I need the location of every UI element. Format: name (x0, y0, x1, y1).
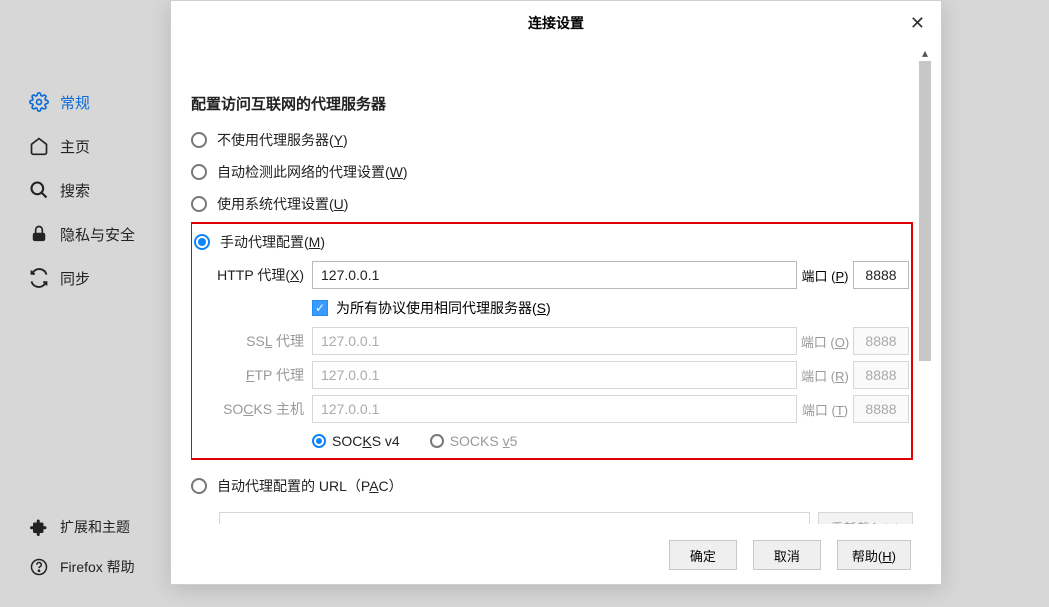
manual-proxy-highlight: 手动代理配置(M) HTTP 代理(X) 端口 (P) ✓ 为所有协议使用相同代… (191, 222, 913, 460)
settings-sidebar: 常规 主页 搜索 隐私与安全 同步 扩展和主题 (0, 0, 170, 607)
dialog-header: 连接设置 ✕ (171, 1, 941, 45)
sidebar-item-label: 搜索 (60, 180, 90, 201)
help-button[interactable]: 帮助(H) (837, 540, 911, 570)
cancel-button[interactable]: 取消 (753, 540, 821, 570)
proxy-section-title: 配置访问互联网的代理服务器 (191, 93, 913, 114)
ftp-port-input (853, 361, 909, 389)
sidebar-item-general[interactable]: 常规 (28, 80, 170, 124)
sidebar-item-label: Firefox 帮助 (60, 557, 135, 577)
scroll-up-arrow-icon[interactable]: ▴ (917, 45, 933, 61)
radio-label: 使用系统代理设置(U) (217, 194, 348, 214)
lock-icon (28, 223, 50, 245)
http-proxy-input[interactable] (312, 261, 797, 289)
radio-label: 手动代理配置(M) (220, 232, 325, 252)
search-icon (28, 179, 50, 201)
radio-icon (430, 434, 444, 448)
http-port-label: 端口 (P) (797, 266, 853, 285)
radio-icon (191, 196, 207, 212)
dialog-title: 连接设置 (528, 13, 584, 33)
scrollbar-thumb[interactable] (919, 61, 931, 361)
sidebar-item-extensions[interactable]: 扩展和主题 (28, 507, 135, 547)
ftp-proxy-label: FTP 代理 (194, 365, 312, 385)
sidebar-item-search[interactable]: 搜索 (28, 168, 170, 212)
sidebar-item-label: 隐私与安全 (60, 224, 135, 245)
reload-button: 重新载入(E) (818, 512, 913, 524)
radio-pac[interactable]: 自动代理配置的 URL（PAC） (191, 470, 913, 502)
pac-row: 重新载入(E) (191, 512, 913, 524)
radio-socks-v5[interactable]: SOCKS v5 (430, 433, 518, 449)
socks-host-row: SOCKS 主机 端口 (T) (194, 392, 909, 426)
socks-port-label: 端口 (T) (797, 400, 853, 419)
ok-button[interactable]: 确定 (669, 540, 737, 570)
ssl-proxy-label: SSL 代理 (194, 331, 312, 351)
radio-label: SOCKS v4 (332, 433, 400, 449)
close-icon[interactable]: ✕ (910, 13, 925, 34)
sidebar-item-label: 扩展和主题 (60, 517, 130, 537)
radio-manual-proxy[interactable]: 手动代理配置(M) (194, 226, 909, 258)
home-icon (28, 135, 50, 157)
ftp-proxy-input (312, 361, 797, 389)
ssl-port-label: 端口 (O) (797, 332, 853, 351)
http-proxy-label: HTTP 代理(X) (194, 265, 312, 285)
dialog-body: 配置访问互联网的代理服务器 不使用代理服务器(Y) 自动检测此网络的代理设置(W… (191, 45, 913, 524)
puzzle-icon (28, 516, 50, 538)
sidebar-item-label: 主页 (60, 136, 90, 157)
ssl-proxy-row: SSL 代理 端口 (O) (194, 324, 909, 358)
sidebar-item-home[interactable]: 主页 (28, 124, 170, 168)
socks-version-row: SOCKS v4 SOCKS v5 (312, 426, 909, 456)
dialog-scrollbar[interactable] (919, 61, 931, 421)
radio-auto-detect[interactable]: 自动检测此网络的代理设置(W) (191, 156, 913, 188)
radio-icon (312, 434, 326, 448)
gear-icon (28, 91, 50, 113)
radio-no-proxy[interactable]: 不使用代理服务器(Y) (191, 124, 913, 156)
ftp-proxy-row: FTP 代理 端口 (R) (194, 358, 909, 392)
checkbox-icon: ✓ (312, 300, 328, 316)
sidebar-item-privacy[interactable]: 隐私与安全 (28, 212, 170, 256)
http-port-input[interactable] (853, 261, 909, 289)
radio-icon (191, 478, 207, 494)
ftp-port-label: 端口 (R) (797, 366, 853, 385)
same-proxy-checkbox-row[interactable]: ✓ 为所有协议使用相同代理服务器(S) (312, 292, 909, 324)
radio-system-proxy[interactable]: 使用系统代理设置(U) (191, 188, 913, 220)
socks-host-input (312, 395, 797, 423)
sidebar-item-label: 同步 (60, 268, 90, 289)
socks-host-label: SOCKS 主机 (194, 399, 312, 419)
ssl-port-input (853, 327, 909, 355)
connection-settings-dialog: 连接设置 ✕ ▴ 配置访问互联网的代理服务器 不使用代理服务器(Y) 自动检测此… (170, 0, 942, 585)
same-proxy-label: 为所有协议使用相同代理服务器(S) (336, 298, 551, 318)
http-proxy-row: HTTP 代理(X) 端口 (P) (194, 258, 909, 292)
sync-icon (28, 267, 50, 289)
radio-icon (191, 164, 207, 180)
radio-label: 自动检测此网络的代理设置(W) (217, 162, 408, 182)
radio-label: 不使用代理服务器(Y) (217, 130, 348, 150)
sidebar-item-label: 常规 (60, 92, 90, 113)
radio-label: SOCKS v5 (450, 433, 518, 449)
sidebar-item-help[interactable]: Firefox 帮助 (28, 547, 135, 587)
sidebar-bottom: 扩展和主题 Firefox 帮助 (28, 507, 135, 587)
help-icon (28, 556, 50, 578)
radio-icon (194, 234, 210, 250)
radio-icon (191, 132, 207, 148)
radio-socks-v4[interactable]: SOCKS v4 (312, 433, 400, 449)
socks-port-input (853, 395, 909, 423)
pac-url-input (219, 512, 810, 524)
dialog-footer: 确定 取消 帮助(H) (171, 526, 941, 584)
radio-label: 自动代理配置的 URL（PAC） (217, 476, 403, 496)
ssl-proxy-input (312, 327, 797, 355)
sidebar-item-sync[interactable]: 同步 (28, 256, 170, 300)
